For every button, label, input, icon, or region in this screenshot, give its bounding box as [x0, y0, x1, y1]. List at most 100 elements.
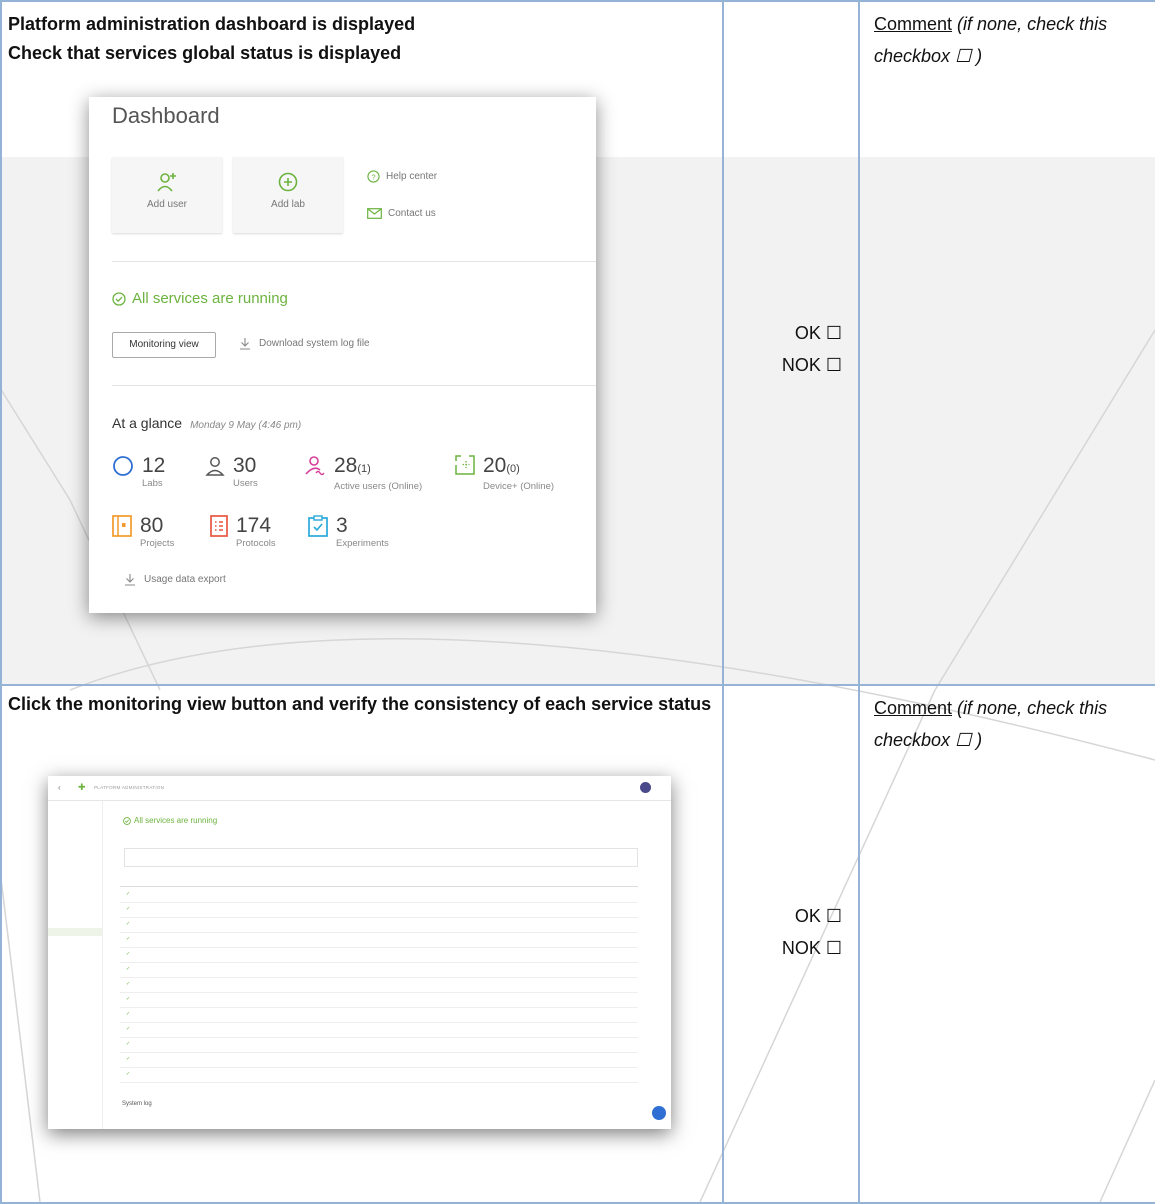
at-a-glance-label: At a glance — [112, 415, 183, 431]
sidebar-active-item[interactable] — [48, 928, 102, 936]
devices-label: Device+ (Online) — [483, 481, 555, 492]
help-center-link[interactable]: ? Help center — [367, 170, 437, 183]
divider — [112, 385, 596, 386]
stat-labs: 12 Labs — [112, 455, 165, 489]
download-icon — [125, 574, 135, 586]
protocols-value: 174 — [236, 514, 272, 537]
labs-value: 12 — [142, 454, 166, 477]
row1-comment-cell: Comment (if none, check this checkbox ☐ … — [858, 0, 1155, 686]
services-status-text: All services are running — [132, 290, 288, 307]
divider — [112, 261, 596, 262]
row1-title: Platform administration dashboard is dis… — [2, 2, 722, 68]
users-label: Users — [233, 478, 258, 489]
glance-date: Monday 9 May (4:46 pm) — [190, 420, 302, 431]
add-lab-label: Add lab — [271, 199, 305, 210]
row1-ok-checkbox[interactable]: OK ☐ — [782, 317, 842, 349]
projects-value: 80 — [140, 514, 164, 537]
add-user-label: Add user — [146, 199, 188, 210]
device-icon — [455, 455, 475, 475]
monitoring-sidebar — [48, 801, 103, 1129]
dashboard-title: Dashboard — [112, 103, 220, 128]
add-lab-icon — [278, 172, 298, 192]
devices-online: (0) — [506, 463, 520, 475]
monitoring-screenshot: ‹ ✚ PLATFORM ADMINISTRATION All services… — [48, 776, 671, 1129]
system-log-heading: System log — [122, 1101, 152, 1107]
active-users-value: 28(1) — [334, 454, 371, 477]
app-logo-icon: ✚ — [78, 782, 86, 792]
download-log-link[interactable]: Download system log file — [239, 337, 370, 350]
monitoring-topbar: ‹ ✚ PLATFORM ADMINISTRATION — [48, 776, 671, 801]
table-row: ✓ — [120, 992, 638, 1008]
row1-nok-checkbox[interactable]: NOK ☐ — [782, 349, 842, 381]
table-row: ✓ — [120, 1037, 638, 1053]
services-status: All services are running — [112, 290, 288, 307]
protocols-label: Protocols — [236, 538, 276, 549]
experiments-label: Experiments — [336, 538, 389, 549]
row1-title-line2: Check that services global status is dis… — [8, 43, 402, 63]
add-lab-button[interactable]: Add lab — [233, 157, 343, 233]
check-circle-icon — [112, 291, 126, 306]
monitoring-view-button[interactable]: Monitoring view — [112, 332, 216, 358]
help-center-label: Help center — [386, 171, 438, 182]
monitoring-status-text: All services are running — [134, 816, 218, 825]
row2-title: Click the monitoring view button and ver… — [8, 694, 712, 714]
row2-nok-checkbox[interactable]: NOK ☐ — [782, 932, 842, 964]
row1-title-line1: Platform administration dashboard is dis… — [8, 14, 416, 34]
row2-comment-label: Comment — [874, 698, 953, 718]
avatar[interactable] — [640, 782, 651, 793]
table-row: ✓ — [120, 947, 638, 963]
labs-icon — [113, 456, 133, 476]
table-row: ✓ — [120, 962, 638, 978]
experiments-value: 3 — [336, 514, 348, 537]
monitoring-status: All services are running — [123, 816, 217, 825]
mail-icon — [367, 208, 382, 219]
projects-label: Projects — [140, 538, 175, 549]
active-user-icon — [305, 456, 325, 476]
table-row: ✓ — [120, 932, 638, 948]
usage-data-export-label: Usage data export — [144, 574, 226, 585]
stat-users: 30 Users — [205, 455, 258, 489]
project-icon — [112, 515, 132, 537]
back-icon[interactable]: ‹ — [58, 783, 61, 792]
stat-experiments: 3 Experiments — [308, 515, 389, 549]
experiment-icon — [308, 515, 328, 537]
svg-text:?: ? — [371, 172, 375, 181]
row1-comment-label: Comment — [874, 14, 953, 34]
contact-us-label: Contact us — [388, 208, 436, 219]
stat-projects: 80 Projects — [112, 515, 174, 549]
at-a-glance-heading: At a glance Monday 9 May (4:46 pm) — [112, 415, 301, 431]
row2-ok-checkbox[interactable]: OK ☐ — [782, 900, 842, 932]
app-title: PLATFORM ADMINISTRATION — [94, 785, 165, 790]
stat-devices: 20(0) Device+ (Online) — [455, 455, 554, 492]
table-row: ✓ — [120, 902, 638, 918]
table-row: ✓ — [120, 1022, 638, 1038]
usage-data-export-link[interactable]: Usage data export — [124, 573, 226, 586]
user-icon — [205, 457, 225, 476]
dashboard-screenshot: Dashboard Add user Add lab ? Help center… — [89, 97, 596, 613]
protocol-icon — [210, 515, 228, 537]
table-row: ✓ — [120, 917, 638, 933]
add-user-button[interactable]: Add user — [112, 157, 222, 233]
devices-number: 20 — [483, 454, 507, 477]
add-user-icon — [157, 173, 176, 192]
table-row: ✓ — [120, 1067, 638, 1083]
active-users-number: 28 — [334, 454, 358, 477]
info-box — [124, 848, 638, 867]
stat-active-users: 28(1) Active users (Online) — [304, 455, 422, 492]
active-users-online: (1) — [357, 463, 371, 475]
table-row: ✓ — [120, 887, 638, 903]
contact-us-link[interactable]: Contact us — [367, 208, 436, 219]
table-row: ✓ — [120, 1007, 638, 1023]
labs-label: Labs — [142, 478, 163, 489]
row2-result-cell: OK ☐ NOK ☐ — [722, 684, 860, 1204]
row1-result-cell: OK ☐ NOK ☐ — [722, 0, 860, 686]
check-circle-icon — [123, 816, 131, 825]
users-value: 30 — [233, 454, 257, 477]
help-icon: ? — [367, 170, 380, 183]
row2-comment: Comment (if none, check this checkbox ☐ … — [860, 686, 1155, 756]
active-users-label: Active users (Online) — [334, 481, 423, 492]
download-log-label: Download system log file — [259, 338, 370, 349]
row1-comment: Comment (if none, check this checkbox ☐ … — [860, 2, 1155, 72]
chat-button[interactable] — [652, 1106, 666, 1120]
stat-protocols: 174 Protocols — [210, 515, 276, 549]
